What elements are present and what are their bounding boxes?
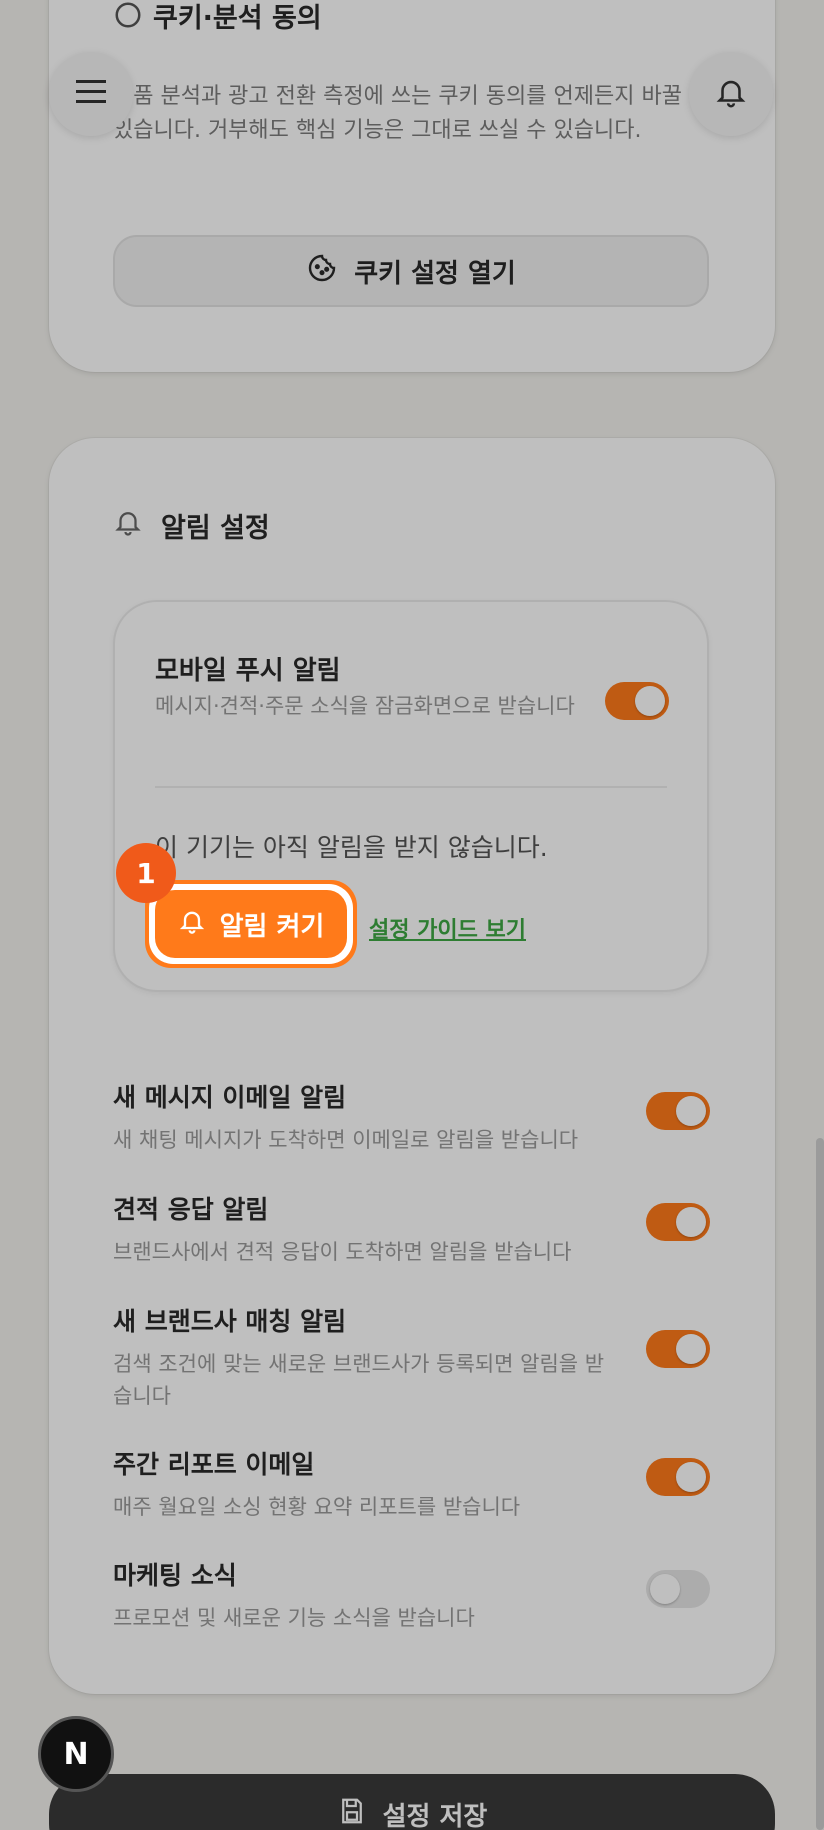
- enable-notifications-highlight: 알림 켜기: [145, 880, 357, 968]
- quote-response-toggle[interactable]: [646, 1203, 710, 1241]
- push-highlight-layer: 알림 켜기 설정 가이드 보기: [113, 600, 709, 992]
- bell-icon: [113, 506, 143, 542]
- save-settings-button[interactable]: 설정 저장: [49, 1774, 775, 1830]
- setting-row-message-email: 새 메시지 이메일 알림 새 채팅 메시지가 도착하면 이메일로 알림을 받습니…: [113, 1078, 713, 1156]
- setting-title: 마케팅 소식: [113, 1561, 237, 1590]
- setting-row-brand-matching: 새 브랜드사 매칭 알림 검색 조건에 맞는 새로운 브랜드사가 등록되면 알림…: [113, 1302, 713, 1412]
- setup-guide-link[interactable]: 설정 가이드 보기: [369, 912, 526, 944]
- cookie-section-title: 쿠키·분석 동의: [153, 3, 322, 34]
- setting-row-weekly-report: 주간 리포트 이메일 매주 월요일 소싱 현황 요약 리포트를 받습니다: [113, 1445, 713, 1523]
- open-cookie-settings-label: 쿠키 설정 열기: [354, 258, 516, 289]
- setting-description: 검색 조건에 맞는 새로운 브랜드사가 등록되면 알림을 받습니다: [113, 1352, 605, 1408]
- message-email-toggle[interactable]: [646, 1092, 710, 1130]
- weekly-report-toggle[interactable]: [646, 1458, 710, 1496]
- scrollbar[interactable]: [816, 1138, 824, 1830]
- cookie-description: 제품 분석과 광고 전환 측정에 쓰는 쿠키 동의를 언제든지 바꿀 수 있습니…: [113, 84, 710, 143]
- save-icon: [337, 1796, 367, 1830]
- notification-section-title: 알림 설정: [161, 513, 270, 544]
- enable-notifications-label: 알림 켜기: [219, 911, 325, 942]
- setting-description: 브랜드사에서 견적 응답이 도착하면 알림을 받습니다: [113, 1240, 572, 1264]
- cookie-icon: [306, 252, 338, 291]
- open-cookie-settings-button[interactable]: 쿠키 설정 열기: [113, 235, 709, 307]
- cookie-consent-card: 쿠키·분석 동의 제품 분석과 광고 전환 측정에 쓰는 쿠키 동의를 언제든지…: [49, 0, 775, 372]
- setting-title: 새 브랜드사 매칭 알림: [113, 1307, 347, 1336]
- hamburger-icon: [74, 78, 108, 110]
- setting-row-marketing: 마케팅 소식 프로모션 및 새로운 기능 소식을 받습니다: [113, 1556, 713, 1634]
- n-badge[interactable]: N: [38, 1716, 114, 1792]
- setting-description: 매주 월요일 소싱 현황 요약 리포트를 받습니다: [113, 1495, 521, 1519]
- menu-button[interactable]: [49, 52, 133, 136]
- enable-notifications-button[interactable]: 알림 켜기: [149, 884, 353, 964]
- setting-title: 새 메시지 이메일 알림: [113, 1083, 347, 1112]
- cookie-icon: [113, 0, 143, 34]
- setting-title: 견적 응답 알림: [113, 1195, 269, 1224]
- bell-icon: [714, 73, 748, 115]
- step-badge: 1: [116, 843, 176, 903]
- marketing-toggle[interactable]: [646, 1570, 710, 1608]
- setting-description: 새 채팅 메시지가 도착하면 이메일로 알림을 받습니다: [113, 1128, 579, 1152]
- notifications-button[interactable]: [689, 52, 773, 136]
- save-label: 설정 저장: [382, 1802, 488, 1830]
- setting-description: 프로모션 및 새로운 기능 소식을 받습니다: [113, 1606, 475, 1630]
- setting-title: 주간 리포트 이메일: [113, 1450, 315, 1479]
- bell-icon: [178, 906, 206, 943]
- brand-matching-toggle[interactable]: [646, 1330, 710, 1368]
- setting-row-quote-response: 견적 응답 알림 브랜드사에서 견적 응답이 도착하면 알림을 받습니다: [113, 1190, 713, 1268]
